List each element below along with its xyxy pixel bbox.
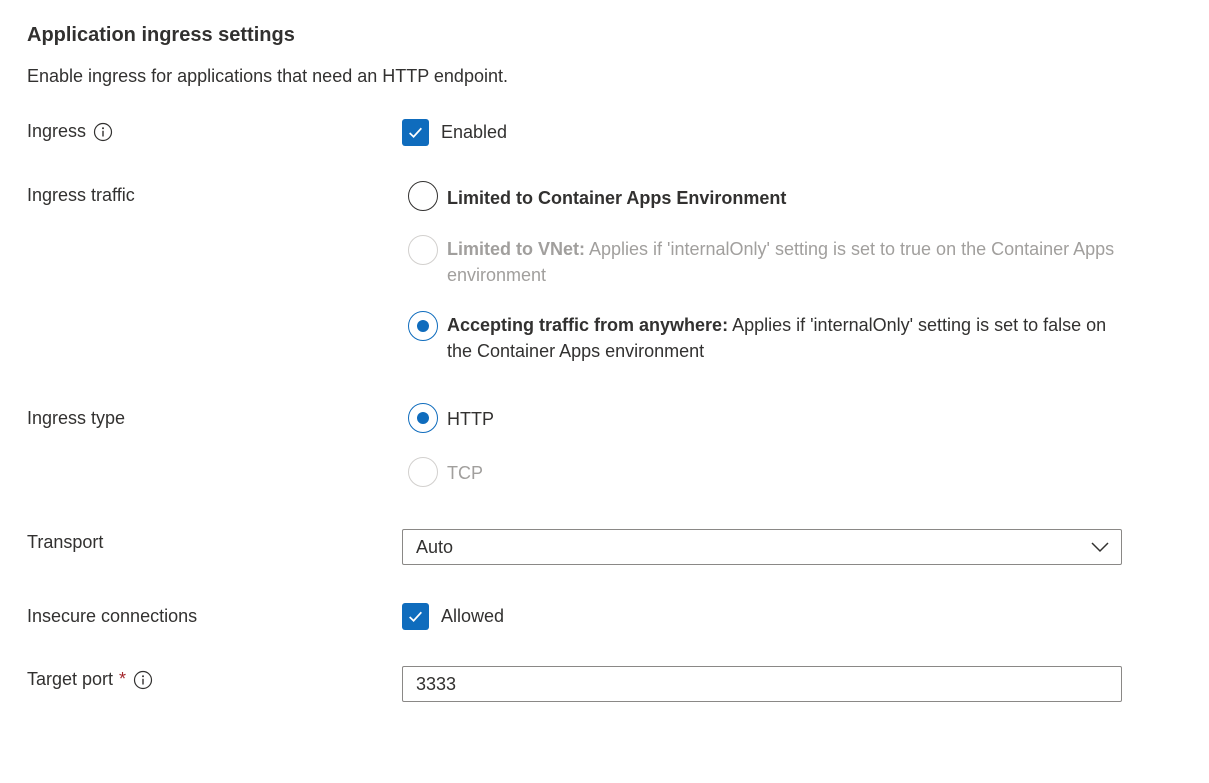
option-title: Limited to Container Apps Environment: [447, 188, 787, 208]
target-port-label: Target port: [27, 669, 114, 689]
ingress-type-radio-http[interactable]: [408, 403, 438, 433]
ingress-type-radio-tcp: [408, 457, 438, 487]
radio-selected-dot: [417, 412, 429, 424]
ingress-traffic-option-anywhere: Accepting traffic from anywhere: Applies…: [447, 312, 1117, 364]
transport-dropdown[interactable]: Auto: [402, 529, 1122, 565]
section-description: Enable ingress for applications that nee…: [27, 66, 508, 86]
checkmark-icon: [409, 127, 422, 138]
ingress-type-option-http: HTTP: [447, 409, 494, 429]
target-port-label-row: Target port *: [27, 669, 153, 690]
section-title: Application ingress settings: [27, 24, 295, 46]
checkmark-icon: [409, 611, 422, 622]
transport-label: Transport: [27, 532, 104, 552]
info-icon[interactable]: [93, 122, 113, 142]
transport-selected-value: Auto: [416, 536, 454, 557]
ingress-type-option-tcp: TCP: [447, 463, 483, 483]
target-port-input[interactable]: [402, 666, 1122, 702]
ingress-traffic-radio-environment[interactable]: [408, 181, 438, 211]
ingress-traffic-radio-vnet: [408, 235, 438, 265]
ingress-label: Ingress: [27, 121, 87, 141]
insecure-connections-checkbox[interactable]: [402, 603, 429, 630]
ingress-enabled-checkbox[interactable]: [402, 119, 429, 146]
radio-selected-dot: [417, 320, 429, 332]
required-marker: *: [119, 669, 127, 689]
ingress-traffic-label: Ingress traffic: [27, 185, 135, 205]
insecure-connections-label: Insecure connections: [27, 606, 198, 626]
ingress-type-label: Ingress type: [27, 408, 126, 428]
ingress-traffic-option-vnet: Limited to VNet: Applies if 'internalOnl…: [447, 236, 1127, 288]
ingress-traffic-option-environment: Limited to Container Apps Environment: [447, 185, 1127, 211]
ingress-label-row: Ingress: [27, 121, 113, 142]
option-title: Limited to VNet:: [447, 239, 585, 259]
option-title: Accepting traffic from anywhere:: [447, 315, 729, 335]
info-icon[interactable]: [133, 670, 153, 690]
insecure-connections-allowed-label: Allowed: [441, 606, 505, 626]
ingress-traffic-radio-anywhere[interactable]: [408, 311, 438, 341]
ingress-enabled-label: Enabled: [441, 122, 508, 142]
chevron-down-icon: [1091, 542, 1109, 553]
